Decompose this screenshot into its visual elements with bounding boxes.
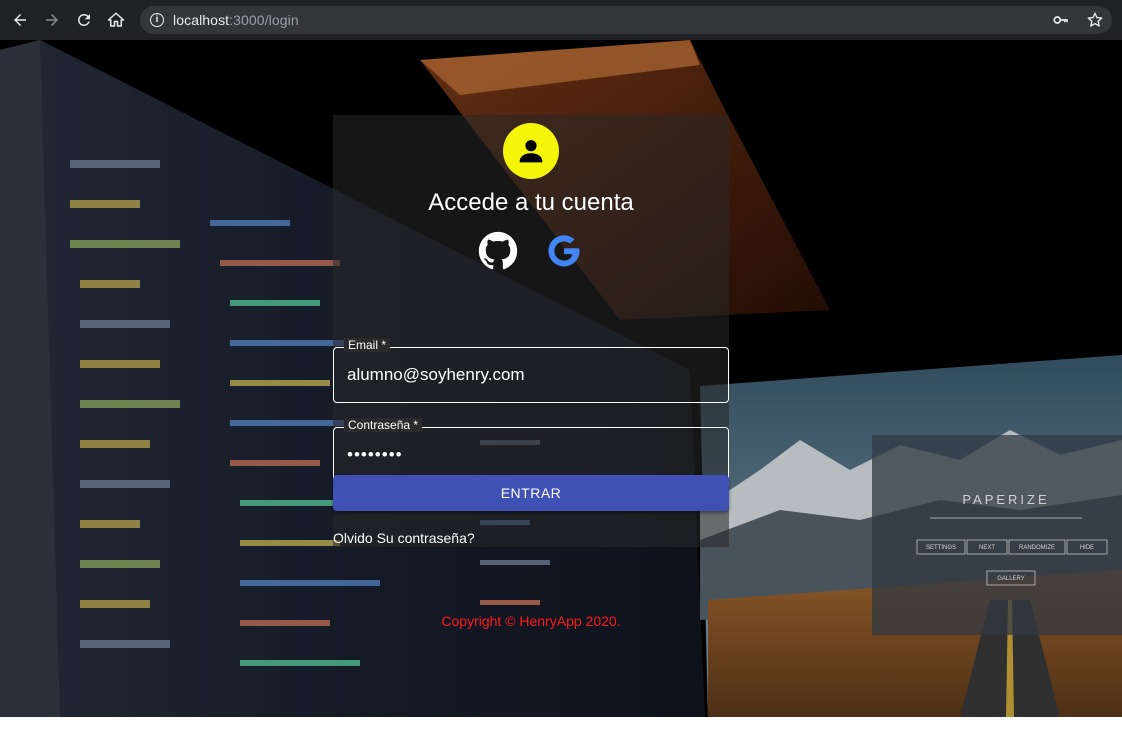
- google-icon: [548, 235, 580, 267]
- arrow-right-icon: [46, 14, 58, 26]
- reload-button[interactable]: [70, 6, 98, 34]
- password-label: Contraseña *: [344, 418, 423, 432]
- github-icon: [478, 231, 518, 270]
- info-icon[interactable]: i: [150, 13, 164, 27]
- back-button[interactable]: [6, 6, 34, 34]
- os-taskbar: [0, 717, 1122, 729]
- person-icon: [519, 140, 543, 163]
- key-icon[interactable]: [1052, 11, 1070, 29]
- home-button[interactable]: [102, 6, 130, 34]
- login-panel: Accede a tu cuenta Email * alumno@soyhen…: [333, 115, 729, 547]
- forgot-password-link[interactable]: Olvido Su contraseña?: [333, 530, 475, 546]
- forward-button[interactable]: [38, 6, 66, 34]
- arrow-left-icon: [14, 14, 26, 26]
- login-submit-button[interactable]: ENTRAR: [333, 475, 729, 511]
- email-label: Email *: [344, 338, 391, 352]
- browser-toolbar: i localhost:3000/login: [0, 0, 1122, 40]
- page-content: PAPERIZE SETTINGS NEXT RANDOMIZE HIDE GA…: [0, 40, 1122, 717]
- github-login-button[interactable]: [478, 231, 518, 271]
- email-field[interactable]: Email * alumno@soyhenry.com: [333, 338, 729, 403]
- google-login-button[interactable]: [544, 231, 584, 271]
- reload-icon: [77, 13, 90, 26]
- url-text: localhost:3000/login: [173, 12, 299, 28]
- copyright-text: Copyright © HenryApp 2020.: [441, 613, 621, 629]
- url-host: localhost: [173, 12, 230, 28]
- home-icon: [107, 12, 125, 27]
- url-path: :3000/login: [229, 12, 299, 28]
- page-title: Accede a tu cuenta: [428, 189, 634, 216]
- star-icon[interactable]: [1086, 11, 1104, 29]
- password-input[interactable]: ••••••••: [347, 445, 403, 465]
- avatar: [503, 123, 559, 179]
- email-input[interactable]: alumno@soyhenry.com: [347, 365, 525, 385]
- address-bar[interactable]: i localhost:3000/login: [140, 6, 1112, 34]
